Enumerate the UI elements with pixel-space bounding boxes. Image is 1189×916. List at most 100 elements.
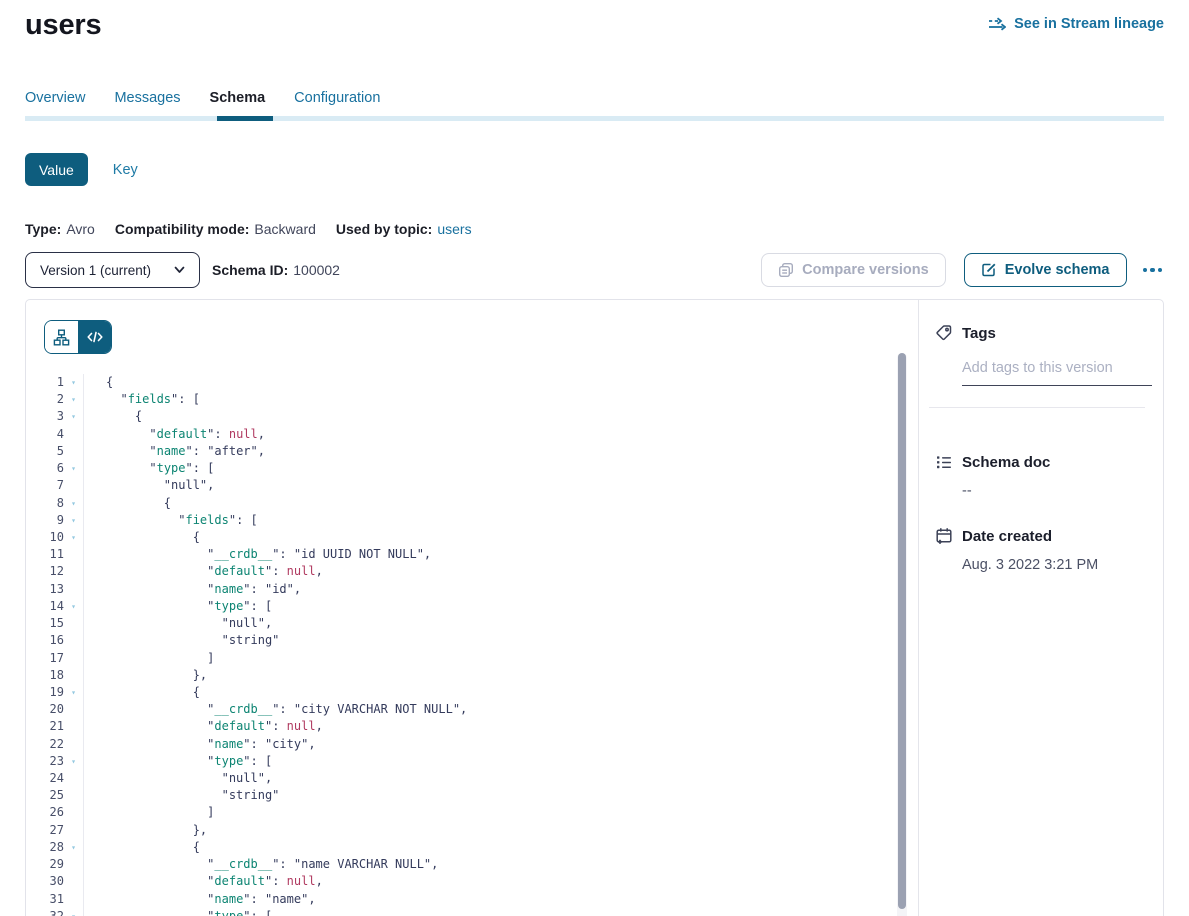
fold-spacer [64,891,83,908]
code-line: 5 "name": "after", [26,443,918,460]
code-line: 17 ] [26,650,918,667]
tags-title: Tags [962,325,996,342]
line-number: 5 [26,443,64,460]
code-text: ] [83,650,918,667]
compare-versions-label: Compare versions [802,262,929,278]
more-actions-button[interactable] [1141,264,1165,277]
code-text: }, [83,822,918,839]
line-number: 21 [26,718,64,735]
compare-versions-button[interactable]: Compare versions [761,253,946,287]
date-created-section: Date created Aug. 3 2022 3:21 PM [935,527,1147,573]
tab-configuration[interactable]: Configuration [294,90,380,107]
code-text: "default": null, [83,873,918,890]
see-in-stream-lineage-link[interactable]: See in Stream lineage [988,16,1164,32]
tag-icon [935,324,953,342]
fold-toggle-icon[interactable]: ▾ [64,408,83,425]
code-line: 26 ] [26,804,918,821]
add-tags-input[interactable] [962,360,1152,386]
code-line: 15 "null", [26,615,918,632]
fold-toggle-icon[interactable]: ▾ [64,512,83,529]
code-line: 30 "default": null, [26,873,918,890]
line-number: 18 [26,667,64,684]
line-number: 17 [26,650,64,667]
list-icon [935,453,953,471]
line-number: 2 [26,391,64,408]
code-text: }, [83,667,918,684]
code-line: 28▾ { [26,839,918,856]
line-number: 9 [26,512,64,529]
tree-view-button[interactable] [45,321,78,353]
stream-lineage-icon [988,17,1006,31]
code-line: 8▾ { [26,495,918,512]
fold-toggle-icon[interactable]: ▾ [64,908,83,916]
fold-spacer [64,770,83,787]
key-toggle-link[interactable]: Key [113,162,138,178]
fold-spacer [64,546,83,563]
code-line: 6▾ "type": [ [26,460,918,477]
code-line: 31 "name": "name", [26,891,918,908]
fold-toggle-icon[interactable]: ▾ [64,753,83,770]
line-number: 7 [26,477,64,494]
fold-toggle-icon[interactable]: ▾ [64,839,83,856]
fold-spacer [64,804,83,821]
code-text: { [83,374,918,391]
used-by-topic-link[interactable]: users [437,221,471,237]
schema-doc-section: Schema doc -- [935,453,1147,499]
line-number: 6 [26,460,64,477]
evolve-schema-button[interactable]: Evolve schema [964,253,1127,287]
calendar-plus-icon [935,527,953,545]
code-line: 9▾ "fields": [ [26,512,918,529]
version-select[interactable]: Version 1 (current) [25,252,200,288]
fold-toggle-icon[interactable]: ▾ [64,495,83,512]
line-number: 22 [26,736,64,753]
line-number: 4 [26,426,64,443]
line-number: 31 [26,891,64,908]
tags-section-header: Tags [935,324,1147,342]
fold-spacer [64,856,83,873]
line-number: 29 [26,856,64,873]
tab-overview[interactable]: Overview [25,90,85,107]
fold-toggle-icon[interactable]: ▾ [64,460,83,477]
code-line: 4 "default": null, [26,426,918,443]
schema-card: 1▾{2▾ "fields": [3▾ {4 "default": null,5… [25,299,1164,916]
topbar: users See in Stream lineage [25,6,1164,44]
tab-bar: Overview Messages Schema Configuration [25,90,1164,121]
fold-toggle-icon[interactable]: ▾ [64,598,83,615]
code-line: 10▾ { [26,529,918,546]
schema-side-panel: Tags Schema do [919,300,1163,916]
fold-spacer [64,650,83,667]
code-text: "__crdb__": "id UUID NOT NULL", [83,546,918,563]
value-toggle-button[interactable]: Value [25,153,88,186]
code-text: "type": [ [83,908,918,916]
tab-messages[interactable]: Messages [114,90,180,107]
code-text: "null", [83,615,918,632]
value-key-toggle: Value Key [25,153,1164,186]
line-number: 20 [26,701,64,718]
code-text: "string" [83,632,918,649]
code-text: ] [83,804,918,821]
code-text: "__crdb__": "city VARCHAR NOT NULL", [83,701,918,718]
active-tab-indicator [217,116,273,121]
code-text: "type": [ [83,460,918,477]
fold-toggle-icon[interactable]: ▾ [64,529,83,546]
code-scrollbar[interactable] [897,353,907,916]
fold-toggle-icon[interactable]: ▾ [64,391,83,408]
schema-doc-title: Schema doc [962,454,1050,471]
code-line: 24 "null", [26,770,918,787]
fold-spacer [64,563,83,580]
tab-schema[interactable]: Schema [210,90,266,107]
code-line: 25 "string" [26,787,918,804]
code-text: { [83,839,918,856]
compatibility-mode-label: Compatibility mode: [115,221,250,237]
code-text: { [83,529,918,546]
tab-track [25,116,1164,121]
schema-id-value: 100002 [293,262,340,278]
line-number: 24 [26,770,64,787]
fold-toggle-icon[interactable]: ▾ [64,684,83,701]
scrollbar-thumb[interactable] [898,353,906,909]
used-by-topic-label: Used by topic: [336,221,432,237]
fold-toggle-icon[interactable]: ▾ [64,374,83,391]
line-number: 16 [26,632,64,649]
code-text: "type": [ [83,598,918,615]
code-view-button[interactable] [78,321,111,353]
